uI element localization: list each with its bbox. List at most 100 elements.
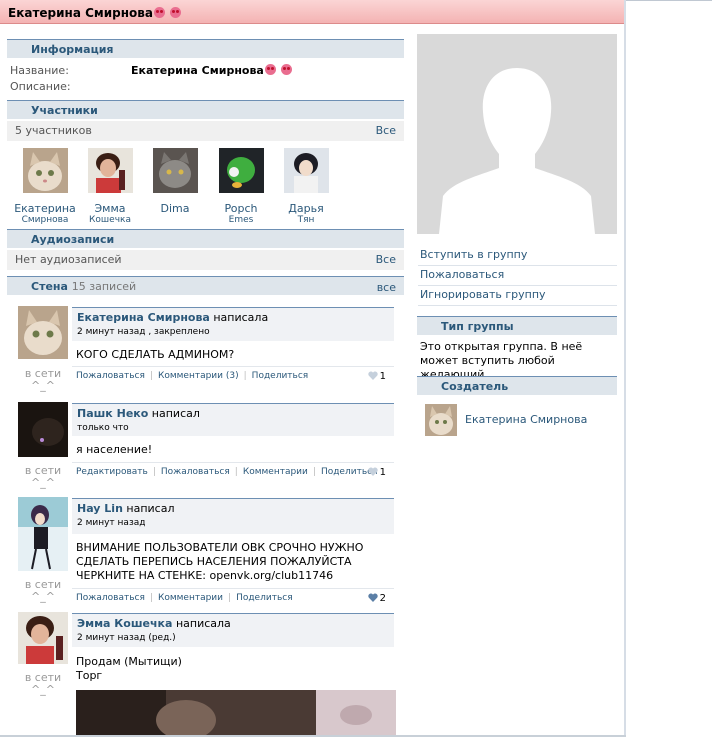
post-author-link[interactable]: Эмма Кошечка bbox=[77, 617, 172, 630]
online-face: ^_^ bbox=[31, 379, 55, 392]
page-title-bar: Екатерина Смирнова bbox=[0, 0, 624, 24]
post-text: ВНИМАНИЕ ПОЛЬЗОВАТЕЛИ ОВК СРОЧНО НУЖНО С… bbox=[76, 541, 364, 582]
post-author-link[interactable]: Пашк Неко bbox=[77, 407, 148, 420]
post-header: Эмма Кошечка написала 2 минут назад (ред… bbox=[72, 613, 394, 647]
cat-avatar[interactable] bbox=[22, 148, 68, 193]
heart-eyes-emoji-icon bbox=[170, 7, 182, 18]
member-last-name[interactable]: Тян bbox=[274, 215, 338, 225]
post-author-avatar[interactable] bbox=[18, 612, 68, 664]
audio-all-link[interactable]: Все bbox=[376, 253, 396, 266]
report-link[interactable]: Пожаловаться bbox=[76, 593, 145, 603]
member-last-name[interactable]: Emes bbox=[209, 215, 273, 225]
creator-avatar[interactable] bbox=[425, 404, 457, 436]
post-author-avatar[interactable] bbox=[18, 306, 68, 359]
group-type-title: Тип группы bbox=[441, 320, 514, 333]
post-header: Екатерина Смирнова написала 2 минут наза… bbox=[72, 307, 394, 341]
post-author-link[interactable]: Екатерина Смирнова bbox=[77, 311, 210, 324]
post-text-line: Торг bbox=[76, 669, 103, 682]
online-status: в сети ^_^ bbox=[18, 368, 68, 392]
post-actions: Пожаловаться | Комментарии | Поделиться 2 bbox=[72, 588, 394, 608]
comments-link[interactable]: Комментарии bbox=[158, 593, 223, 603]
member-item[interactable]: Екатерина Смирнова bbox=[13, 148, 77, 225]
share-link[interactable]: Поделиться bbox=[236, 593, 293, 603]
post-verb: написала bbox=[175, 617, 231, 630]
heart-icon bbox=[367, 593, 378, 602]
member-first-name[interactable]: Popch bbox=[209, 202, 273, 215]
comments-link[interactable]: Комментарии (3) bbox=[158, 371, 239, 381]
report-link[interactable]: Пожаловаться bbox=[76, 371, 145, 381]
member-first-name[interactable]: Дарья bbox=[274, 202, 338, 215]
report-group-link[interactable]: Пожаловаться bbox=[418, 266, 617, 286]
online-status: в сети ^_^ bbox=[18, 465, 68, 489]
post-meta: только что bbox=[77, 423, 129, 433]
name-label: Название: bbox=[10, 64, 69, 77]
post-verb: написала bbox=[213, 311, 269, 324]
member-first-name[interactable]: Dima bbox=[143, 202, 207, 215]
like-count: 2 bbox=[379, 593, 386, 604]
report-link[interactable]: Пожаловаться bbox=[161, 467, 230, 477]
post-actions: Редактировать | Пожаловаться | Комментарии | П… bbox=[72, 462, 394, 482]
wall-post-count: 15 записей bbox=[71, 280, 137, 293]
post-text: я население! bbox=[76, 443, 153, 456]
join-group-link[interactable]: Вступить в группу bbox=[418, 246, 617, 266]
post-verb: написал bbox=[126, 502, 175, 515]
share-link[interactable]: Поделиться bbox=[252, 371, 309, 381]
members-all-link[interactable]: Все bbox=[376, 124, 396, 137]
edit-link[interactable]: Редактировать bbox=[76, 467, 148, 477]
page-right-border bbox=[624, 0, 626, 737]
member-item[interactable]: Дарья Тян bbox=[274, 148, 338, 225]
members-section-title: Участники bbox=[31, 104, 98, 117]
post-header: Пашк Неко написал только что bbox=[72, 403, 394, 436]
member-item[interactable]: Popch Emes bbox=[209, 148, 273, 225]
post-meta: 2 минут назад (ред.) bbox=[77, 633, 176, 643]
post-text: Продам (Мытищи) Торг bbox=[76, 655, 394, 683]
online-face: ^_^ bbox=[31, 683, 55, 696]
user-silhouette-icon bbox=[417, 34, 617, 234]
group-type-header: Тип группы bbox=[417, 316, 617, 335]
member-first-name[interactable]: Эмма bbox=[78, 202, 142, 215]
girl-avatar[interactable] bbox=[87, 148, 133, 193]
post-author-avatar[interactable] bbox=[18, 402, 68, 457]
post-photo[interactable] bbox=[76, 690, 396, 735]
name-value: Екатерина Смирнова bbox=[131, 64, 292, 77]
like-count: 1 bbox=[379, 467, 386, 478]
audio-section-header: Аудиозаписи bbox=[7, 229, 404, 248]
member-item[interactable]: Эмма Кошечка bbox=[78, 148, 142, 225]
member-first-name[interactable]: Екатерина bbox=[13, 202, 77, 215]
heart-icon bbox=[367, 371, 378, 380]
post-author-avatar[interactable] bbox=[18, 497, 68, 571]
creator-name-link[interactable]: Екатерина Смирнова bbox=[465, 413, 587, 426]
online-status: в сети ^_^ bbox=[18, 672, 68, 696]
like-button[interactable]: 2 bbox=[367, 593, 386, 604]
heart-icon bbox=[367, 467, 378, 476]
wall-section-header: Стена 15 записей все bbox=[7, 276, 404, 295]
page-title: Екатерина Смирнова bbox=[8, 6, 153, 20]
online-face: ^_^ bbox=[31, 476, 55, 489]
ignore-group-link[interactable]: Игнорировать группу bbox=[418, 286, 617, 306]
wall-all-link[interactable]: все bbox=[377, 281, 396, 294]
online-face: ^_^ bbox=[31, 590, 55, 603]
comments-link[interactable]: Комментарии bbox=[243, 467, 308, 477]
group-avatar-placeholder bbox=[417, 34, 617, 234]
post-actions: Пожаловаться | Комментарии (3) | Поделиться … bbox=[72, 366, 394, 386]
creator-title: Создатель bbox=[441, 380, 509, 393]
window-top-line bbox=[626, 0, 712, 1]
like-count: 1 bbox=[379, 371, 386, 382]
member-last-name[interactable]: Смирнова bbox=[13, 215, 77, 225]
post-author-link[interactable]: Hay Lin bbox=[77, 502, 123, 515]
wall-section-title: Стена bbox=[31, 280, 68, 293]
like-button[interactable]: 1 bbox=[367, 371, 386, 382]
green-creature-avatar[interactable] bbox=[218, 148, 264, 193]
member-item[interactable]: Dima bbox=[143, 148, 207, 215]
grey-cat-avatar[interactable] bbox=[152, 148, 198, 193]
heart-eyes-emoji-icon bbox=[153, 7, 165, 18]
post-header: Hay Lin написал 2 минут назад bbox=[72, 498, 394, 534]
info-section-header: Информация bbox=[7, 39, 404, 58]
member-last-name[interactable]: Кошечка bbox=[78, 215, 142, 225]
anime-girl-avatar[interactable] bbox=[283, 148, 329, 193]
post-meta: 2 минут назад bbox=[77, 518, 146, 528]
like-button[interactable]: 1 bbox=[367, 467, 386, 478]
post-text: КОГО СДЕЛАТЬ АДМИНОМ? bbox=[76, 348, 235, 361]
audio-empty-row: Нет аудиозаписей Все bbox=[7, 250, 404, 270]
members-count: 5 участников bbox=[15, 124, 92, 137]
